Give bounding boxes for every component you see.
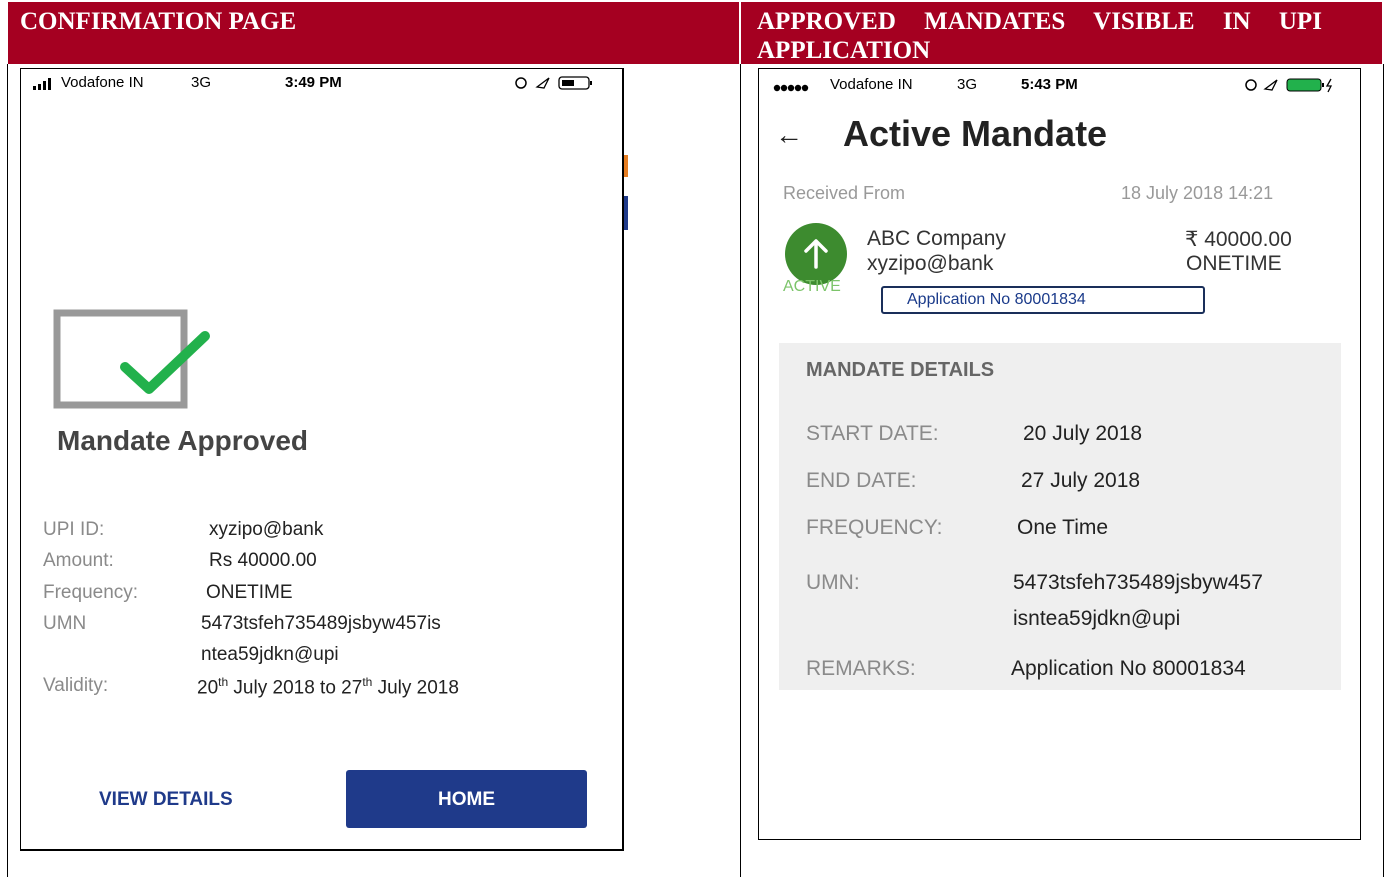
frequency-value: One Time: [1017, 516, 1109, 539]
end-date-value: 27 July 2018: [1021, 469, 1141, 492]
signal-dots-icon: [773, 80, 813, 92]
table-divider: [740, 64, 741, 877]
edge-artifact-orange: [624, 155, 628, 177]
payee-vpa: xyzipo@bank: [867, 252, 994, 275]
amount-value: Rs 40000.00: [209, 550, 317, 571]
umn-value-line2: ntea59jdkn@upi: [201, 644, 339, 665]
upi-label: UPI ID:: [43, 519, 105, 540]
view-details-button[interactable]: VIEW DETAILS: [99, 789, 233, 811]
mandate-frequency: ONETIME: [1186, 252, 1282, 275]
frequency-label: Frequency:: [43, 582, 139, 603]
mandate-details-panel: MANDATE DETAILS START DATE: 20 July 2018…: [779, 343, 1341, 690]
home-button[interactable]: HOME: [346, 770, 587, 828]
end-date-label: END DATE:: [806, 469, 917, 492]
table-border-right: [1383, 64, 1384, 877]
validity-end: July 2018: [372, 677, 459, 699]
left-header: CONFIRMATION PAGE: [8, 2, 739, 64]
received-date: 18 July 2018 14:21: [1121, 183, 1274, 203]
right-header: APPROVED MANDATES VISIBLE IN UPI APPLICA…: [741, 2, 1382, 64]
upi-value: xyzipo@bank: [209, 519, 324, 540]
amount-label: Amount:: [43, 550, 114, 571]
validity-start-day: 20: [197, 677, 219, 699]
signal-icon: [33, 77, 55, 90]
frequency-label: FREQUENCY:: [806, 516, 943, 539]
status-time: 5:43 PM: [1021, 76, 1078, 93]
umn-value-line2: isntea59jdkn@upi: [1013, 607, 1181, 630]
umn-label: UMN: [43, 613, 87, 634]
validity-start-sup: th: [218, 675, 229, 689]
left-phone-screen: Vodafone IN 3G 3:49 PM Mandate Approved …: [20, 68, 624, 851]
payee-name: ABC Company: [867, 227, 1006, 250]
page-title: Active Mandate: [843, 113, 1108, 154]
validity-value: 20th July 2018 to 27th July 2018: [197, 675, 459, 699]
remarks-label: REMARKS:: [806, 657, 916, 680]
status-time: 3:49 PM: [285, 74, 342, 91]
mandate-amount: ₹ 40000.00: [1185, 228, 1292, 251]
left-header-text: CONFIRMATION PAGE: [20, 8, 297, 35]
application-number-box: Application No 80001834: [881, 286, 1205, 314]
status-carrier: Vodafone IN: [61, 74, 144, 91]
umn-label: UMN:: [806, 571, 860, 594]
application-number-text: Application No 80001834: [907, 291, 1086, 308]
back-arrow-icon[interactable]: ←: [775, 119, 803, 151]
validity-label: Validity:: [43, 675, 109, 696]
received-label: Received From: [783, 183, 906, 203]
umn-value-line1: 5473tsfeh735489jsbyw457is: [201, 613, 441, 634]
status-icons: [513, 75, 613, 91]
status-network: 3G: [191, 74, 212, 91]
home-button-label: HOME: [438, 789, 495, 810]
status-icons: [1243, 77, 1353, 93]
right-header-line1: APPROVED MANDATES VISIBLE IN UPI: [757, 8, 1322, 35]
start-date-value: 20 July 2018: [1023, 422, 1143, 445]
status-network: 3G: [957, 76, 978, 93]
status-badge: ACTIVE: [783, 278, 841, 295]
checkbox-check-icon: [53, 309, 213, 419]
right-header-line2: APPLICATION: [757, 37, 931, 64]
frequency-value: ONETIME: [206, 582, 293, 603]
details-title: MANDATE DETAILS: [806, 359, 995, 381]
table-border-left: [7, 64, 8, 877]
remarks-value: Application No 80001834: [1011, 657, 1246, 680]
arrow-up-icon: [785, 223, 847, 285]
right-phone-screen: Vodafone IN 3G 5:43 PM ← Active Mandate …: [758, 68, 1361, 840]
page-title: Mandate Approved: [57, 425, 308, 456]
umn-value-line1: 5473tsfeh735489jsbyw457: [1013, 571, 1263, 594]
edge-artifact-blue: [624, 196, 628, 230]
status-carrier: Vodafone IN: [830, 76, 913, 93]
validity-end-sup: th: [362, 675, 373, 689]
validity-mid: July 2018 to 27: [228, 677, 363, 699]
start-date-label: START DATE:: [806, 422, 939, 445]
